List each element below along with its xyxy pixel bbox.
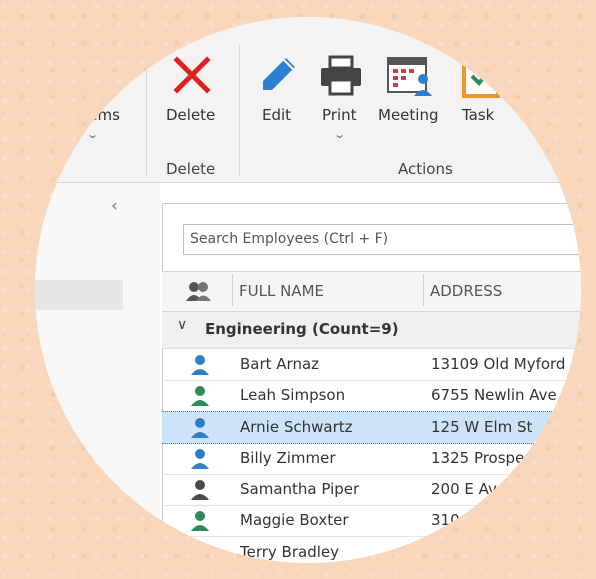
employee-address: 1325 Prospe xyxy=(431,449,525,467)
print-dropdown-chevron-icon[interactable]: ⌄ xyxy=(333,128,346,141)
ribbon-separator xyxy=(146,44,147,176)
person-icon xyxy=(191,480,209,500)
task-clipboard-icon xyxy=(462,58,500,98)
employee-address: 13109 Old Myford xyxy=(431,355,566,373)
employee-name: Bart Arnaz xyxy=(240,355,320,373)
header-separator xyxy=(423,274,424,306)
header-separator xyxy=(232,274,233,306)
table-row[interactable]: Terry Bradley xyxy=(162,537,581,563)
delete-x-icon xyxy=(173,56,211,94)
pencil-icon xyxy=(263,58,295,90)
grid-header xyxy=(162,271,581,312)
navigation-pane xyxy=(35,183,160,563)
employee-name: Leah Simpson xyxy=(240,386,346,404)
person-icon xyxy=(191,386,209,406)
print-button[interactable] xyxy=(317,50,365,140)
group-label-actions: Actions xyxy=(398,160,453,178)
employee-name: Arnie Schwartz xyxy=(240,418,353,436)
meeting-button-label[interactable]: Meeting xyxy=(378,106,438,124)
people-group-icon[interactable] xyxy=(186,280,212,302)
table-row[interactable]: Maggie Boxter 310 xyxy=(162,505,581,537)
chevron-down-icon[interactable]: ∨ xyxy=(177,317,187,333)
items-dropdown-chevron-icon[interactable]: ⌄ xyxy=(86,128,99,141)
employee-address: 200 E Av xyxy=(431,480,497,498)
employee-address: 310 xyxy=(431,511,460,529)
search-placeholder: Search Employees (Ctrl + F) xyxy=(190,231,389,247)
person-icon xyxy=(191,418,209,438)
table-row[interactable]: Samantha Piper 200 E Av xyxy=(162,474,581,506)
group-label: Engineering (Count=9) xyxy=(205,320,399,338)
app-window: Items ⌄ Delete Delete Edit Print ⌄ Meeti… xyxy=(35,17,581,563)
person-icon xyxy=(191,543,209,563)
navigation-item-selected[interactable] xyxy=(35,280,123,310)
employee-name: Terry Bradley xyxy=(240,543,340,561)
meeting-calendar-icon xyxy=(387,57,432,96)
table-row[interactable]: Bart Arnaz 13109 Old Myford xyxy=(162,349,581,381)
table-row-selected[interactable]: Arnie Schwartz 125 W Elm St xyxy=(162,411,581,444)
delete-button-label[interactable]: Delete xyxy=(166,106,215,124)
column-header-full-name[interactable]: FULL NAME xyxy=(239,282,324,300)
table-row[interactable]: Billy Zimmer 1325 Prospe xyxy=(162,443,581,475)
search-input[interactable]: Search Employees (Ctrl + F) xyxy=(183,224,581,255)
ribbon-separator xyxy=(239,44,240,176)
print-button-label[interactable]: Print xyxy=(322,106,357,124)
employee-name: Billy Zimmer xyxy=(240,449,336,467)
group-label-delete: Delete xyxy=(166,160,216,178)
person-icon xyxy=(191,449,209,469)
employee-name: Samantha Piper xyxy=(240,480,360,498)
column-header-address[interactable]: ADDRESS xyxy=(430,282,502,300)
printer-icon xyxy=(321,55,361,96)
person-icon xyxy=(191,511,209,531)
items-button-label[interactable]: Items xyxy=(78,106,120,124)
employee-name: Maggie Boxter xyxy=(240,511,349,529)
employee-address: 6755 Newlin Ave xyxy=(431,386,557,404)
collapse-pane-chevron-icon[interactable]: ‹ xyxy=(111,196,118,216)
table-row[interactable]: Leah Simpson 6755 Newlin Ave xyxy=(162,380,581,412)
person-icon xyxy=(191,355,209,375)
task-button-label[interactable]: Task xyxy=(462,106,494,124)
magnifier-lens: Items ⌄ Delete Delete Edit Print ⌄ Meeti… xyxy=(35,17,581,563)
edit-button-label[interactable]: Edit xyxy=(262,106,291,124)
employee-address: 125 W Elm St xyxy=(431,418,533,436)
